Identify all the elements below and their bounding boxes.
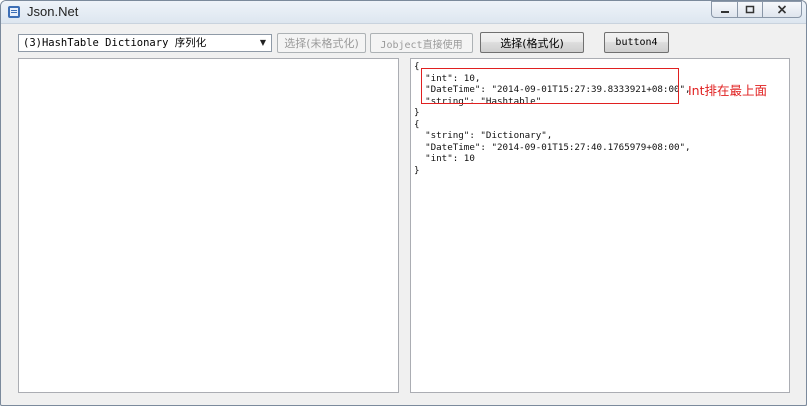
app-icon: [8, 6, 20, 18]
close-icon: [777, 5, 787, 14]
minimize-icon: [720, 10, 729, 13]
mode-select-value: (3)HashTable Dictionary 序列化: [23, 37, 207, 49]
maximize-button[interactable]: [737, 1, 763, 18]
jobject-direct-button[interactable]: Jobject直接使用: [370, 33, 473, 53]
input-textbox[interactable]: [18, 58, 399, 393]
window-title: Json.Net: [27, 4, 79, 19]
minimize-button[interactable]: [711, 1, 738, 18]
title-bar[interactable]: Json.Net: [1, 1, 806, 24]
close-button[interactable]: [762, 1, 802, 18]
app-window: Json.Net (3)HashTable Dictionary 序列化 ▼ 选…: [0, 0, 807, 406]
select-formatted-button[interactable]: 选择(格式化): [480, 32, 584, 53]
dropdown-arrow-icon[interactable]: ▼: [257, 35, 269, 51]
select-unformatted-button[interactable]: 选择(未格式化): [277, 33, 366, 53]
button4[interactable]: button4: [604, 32, 669, 53]
mode-select[interactable]: (3)HashTable Dictionary 序列化 ▼: [18, 34, 272, 52]
highlight-box: [421, 68, 679, 104]
json-output-textbox[interactable]: { "int": 10, "DateTime": "2014-09-01T15:…: [410, 58, 790, 393]
maximize-icon: [745, 5, 755, 14]
annotation-label: Int排在最上面: [688, 83, 768, 98]
